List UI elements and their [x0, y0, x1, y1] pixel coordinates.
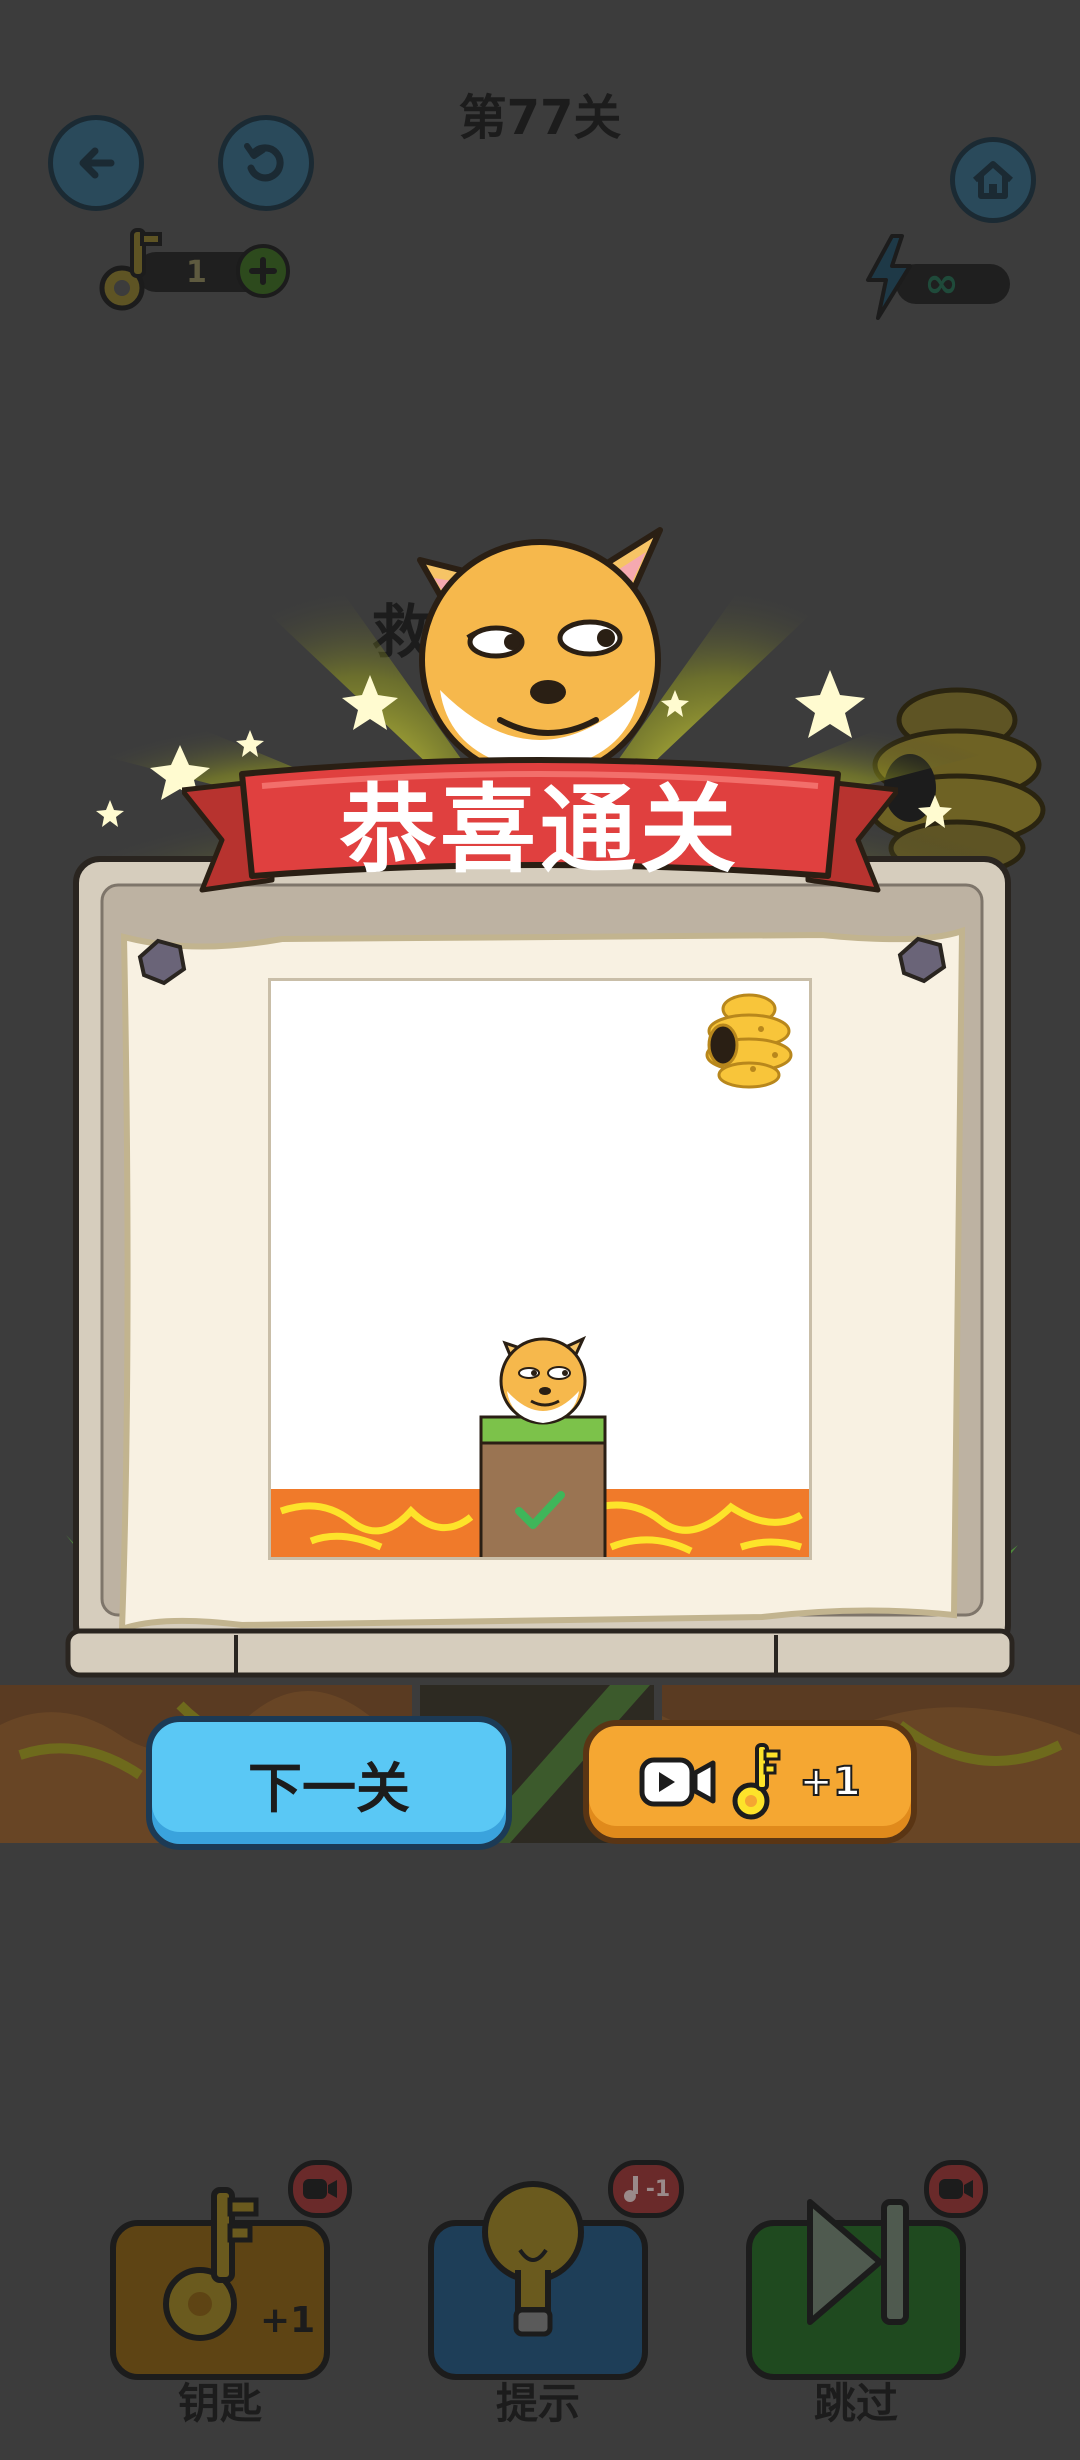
- key-icon: [623, 2176, 638, 2202]
- banner-title: 恭喜通关: [340, 774, 740, 886]
- back-button[interactable]: [48, 115, 144, 211]
- watch-video-key-button[interactable]: +1: [583, 1720, 917, 1844]
- key-count: 1: [186, 255, 207, 290]
- toolbar-skip-video-badge: [924, 2160, 988, 2218]
- toolbar-hint-cost-badge: -1: [608, 2160, 684, 2218]
- doge-face-icon: [417, 527, 663, 780]
- video-camera-icon: [639, 1757, 716, 1807]
- toolbar-hint-label: 提示: [495, 2379, 580, 2428]
- level-title: 第77关: [458, 90, 622, 146]
- arrow-left-icon: [79, 147, 115, 179]
- home-button[interactable]: [950, 137, 1036, 223]
- energy-counter: ∞: [862, 234, 1012, 324]
- key-icon: [163, 2187, 259, 2341]
- lightbulb-icon: [482, 2181, 584, 2337]
- skip-icon: [807, 2199, 909, 2325]
- lightning-icon: [866, 234, 912, 320]
- next-level-label: 下一关: [248, 1756, 410, 1820]
- home-icon: [973, 161, 1013, 199]
- restart-button[interactable]: [218, 115, 314, 211]
- toolbar-skip-label: 跳过: [813, 2379, 898, 2428]
- video-camera-icon: [303, 2179, 337, 2199]
- video-camera-icon: [939, 2179, 973, 2199]
- toolbar-key-badge: +1: [260, 2300, 316, 2341]
- next-level-button[interactable]: 下一关: [146, 1716, 512, 1850]
- toolbar-hint-cost: -1: [645, 2176, 671, 2202]
- toolbar-key-label: 钥匙: [177, 2379, 262, 2428]
- reward-label: +1: [798, 1758, 861, 1806]
- energy-value: ∞: [924, 258, 959, 307]
- plus-icon: [249, 257, 277, 285]
- restart-icon: [244, 143, 284, 182]
- add-key-button[interactable]: [236, 244, 290, 298]
- key-icon: [99, 228, 162, 311]
- toolbar-key-video-badge: [288, 2160, 352, 2218]
- key-counter: 1: [96, 222, 296, 318]
- level-preview: [268, 978, 812, 1560]
- key-icon: [732, 1743, 781, 1820]
